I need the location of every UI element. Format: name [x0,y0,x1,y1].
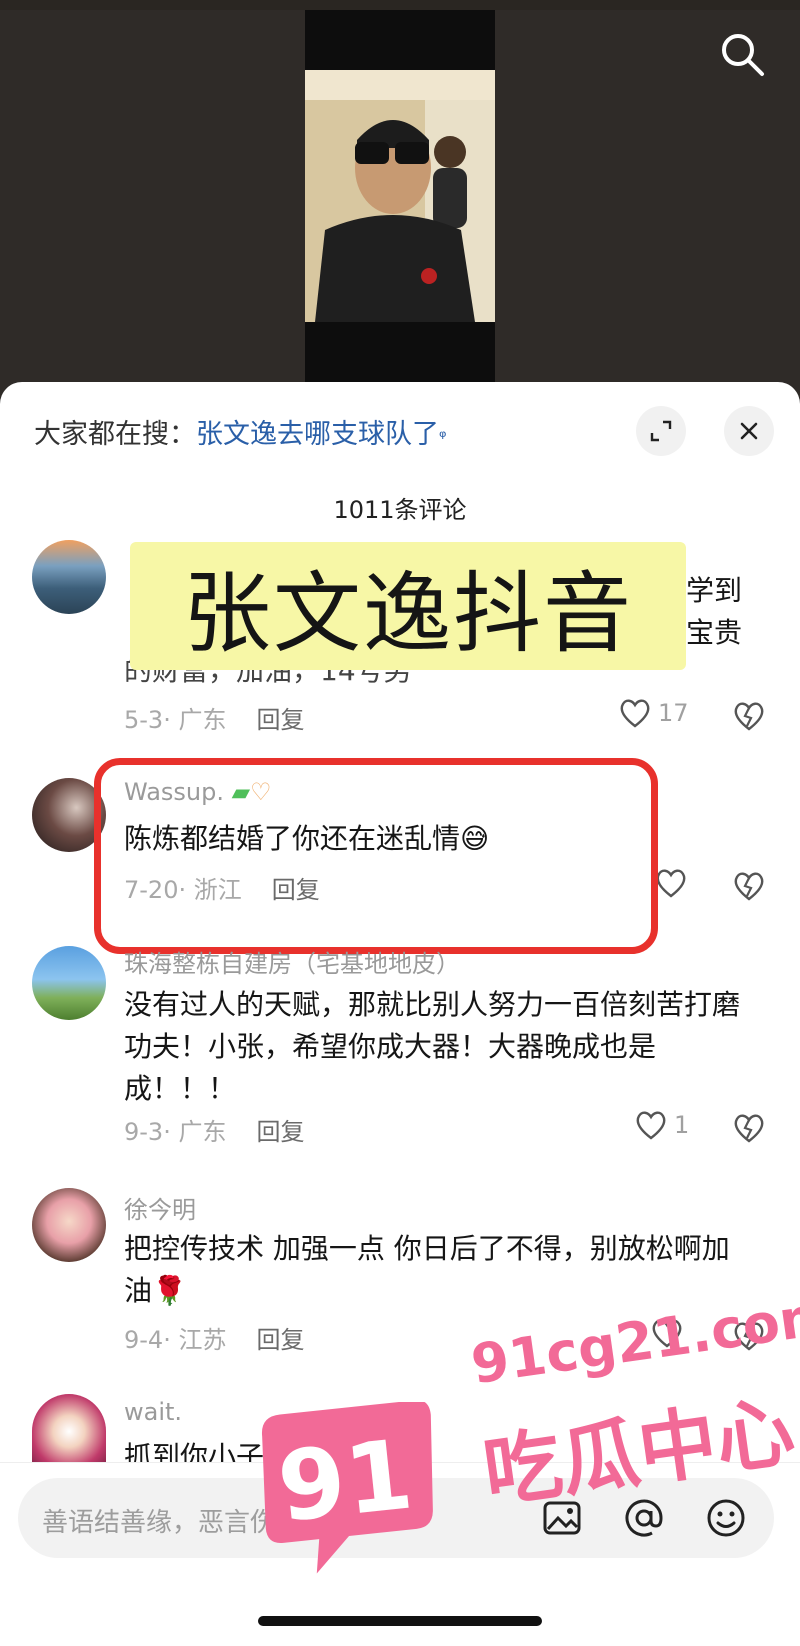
like-button[interactable] [654,868,688,898]
comment-count: 1011条评论 [333,496,467,524]
overlay-title: 张文逸抖音 [130,542,686,670]
hot-search-query[interactable]: 张文逸去哪支球队了 [196,419,439,450]
watermark-badge-text: 91 [273,1418,418,1543]
heart-icon [620,699,650,728]
comment-text: 没有过人的天赋，那就比别人努力一百倍刻苦打磨功夫！小张，希望你成大器！大器晚成也… [124,988,741,1105]
search-icon[interactable] [718,30,766,78]
like-button[interactable]: 1 [634,1110,689,1140]
comment-text: 把控传技术 加强一点 你日后了不得，别放松啊加油🌹 [124,1232,730,1307]
video-thumbnail[interactable] [305,70,495,322]
reply-button[interactable]: 回复 [256,1326,304,1354]
emoji-icon[interactable] [704,1496,748,1540]
home-indicator[interactable] [258,1616,542,1626]
comment-date: 9-3 [124,1118,164,1146]
video-area[interactable] [0,0,800,400]
like-button[interactable]: 17 [618,698,689,728]
heart-icon [636,1111,666,1140]
close-button[interactable] [724,406,774,456]
comment-username[interactable]: wait. [124,1398,182,1426]
comment-username[interactable]: 徐今明 [124,1190,196,1225]
video-thumbnail-photo [305,70,495,322]
comment-meta: 5-3· 广东 回复 [124,700,304,735]
avatar[interactable] [32,1394,106,1462]
broken-heart-icon[interactable] [732,700,766,732]
heart-icon [656,869,686,898]
hot-search-icon: ᵠ [439,427,447,448]
close-icon [740,422,758,440]
broken-heart-icon[interactable] [732,870,766,902]
avatar[interactable] [32,1188,106,1262]
expand-icon [650,420,672,442]
hot-search-prefix: 大家都在搜： [34,419,196,450]
comment-location: · 广东 [163,1118,227,1146]
comment-meta: 9-4· 江苏 回复 [124,1320,304,1355]
reply-button[interactable]: 回复 [256,1118,304,1146]
rose-emoji-icon: 🌹 [152,1274,187,1307]
comment-location: · 广东 [163,706,227,734]
video-background-left [0,10,305,400]
comment-meta: 9-3· 广东 回复 [124,1112,304,1147]
broken-heart-icon[interactable] [732,1112,766,1144]
comment-date: 5-3 [124,706,164,734]
comment-username[interactable]: 珠海整栋自建房（宅基地地皮） [124,944,460,979]
watermark-badge: 91 [261,1402,433,1574]
expand-button[interactable] [636,406,686,456]
comment-location: · 江苏 [163,1326,227,1354]
highlight-box [94,758,658,954]
like-count: 17 [658,699,689,727]
hot-search-bar[interactable]: 大家都在搜：张文逸去哪支球队了ᵠ [34,412,446,451]
reply-button[interactable]: 回复 [256,706,304,734]
comment-date: 9-4 [124,1326,164,1354]
like-count: 1 [674,1111,690,1139]
avatar[interactable] [32,946,106,1020]
avatar[interactable] [32,540,106,614]
